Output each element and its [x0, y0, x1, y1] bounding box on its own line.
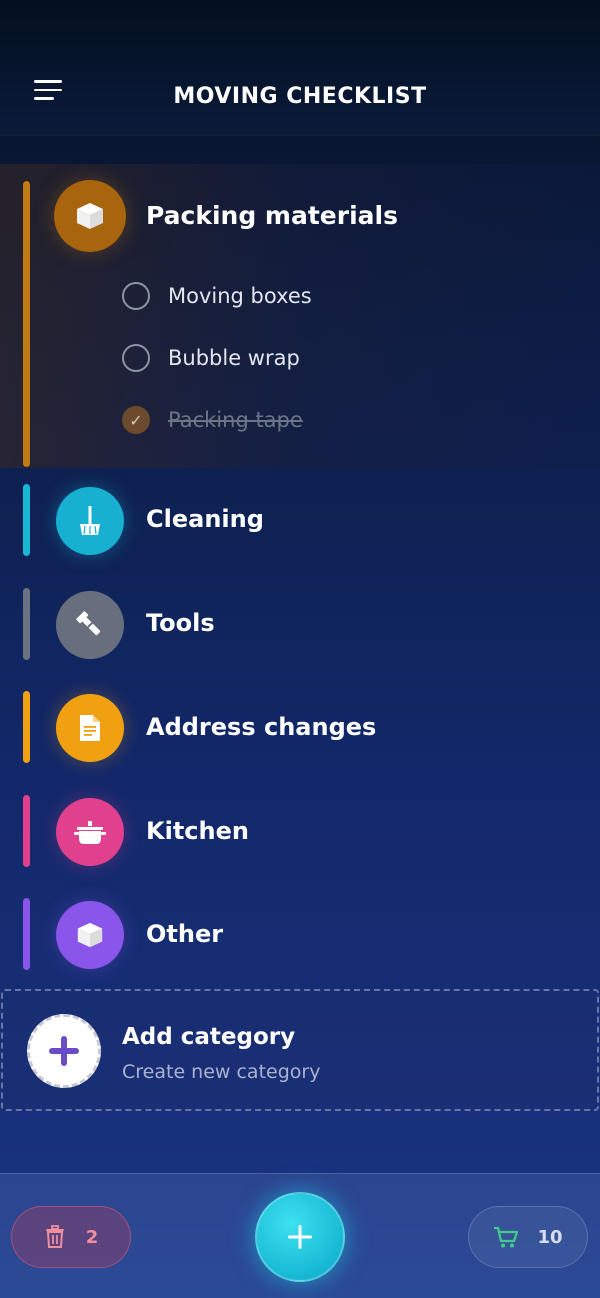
category-icon-cleaning[interactable] — [56, 487, 124, 555]
category-label-cleaning[interactable]: Cleaning — [146, 505, 264, 533]
trash-count: 2 — [85, 1226, 99, 1248]
category-color-bar — [23, 795, 30, 867]
category-color-bar — [23, 484, 30, 556]
plus-icon — [288, 1225, 312, 1249]
box-icon — [77, 203, 103, 229]
task-text: Moving boxes — [168, 284, 312, 308]
task-text: Bubble wrap — [168, 346, 300, 370]
category-color-bar — [23, 898, 30, 970]
category-color-bar — [23, 588, 30, 660]
box-icon — [77, 922, 103, 948]
add-category-card[interactable]: Add category Create new category — [1, 989, 599, 1111]
bottom-bar: 2 10 — [0, 1173, 600, 1298]
task-item[interactable]: Bubble wrap — [122, 343, 300, 373]
category-label-address[interactable]: Address changes — [146, 713, 376, 741]
task-checkbox[interactable] — [122, 344, 150, 372]
category-icon-tools[interactable] — [56, 591, 124, 659]
trash-icon — [45, 1225, 64, 1248]
shopping-cart-button[interactable]: 10 — [468, 1206, 588, 1268]
cart-count: 10 — [537, 1226, 563, 1248]
wrench-icon — [76, 611, 101, 636]
page-title: MOVING CHECKLIST — [173, 84, 427, 109]
broom-icon — [80, 506, 100, 535]
category-color-bar — [23, 181, 30, 467]
task-text: Packing tape — [168, 408, 303, 432]
category-icon-kitchen[interactable] — [56, 798, 124, 866]
document-icon — [80, 715, 100, 741]
plus-icon — [49, 1036, 79, 1066]
add-category-circle[interactable] — [27, 1014, 101, 1088]
pot-icon — [74, 821, 106, 844]
category-label-other[interactable]: Other — [146, 920, 223, 948]
add-item-button[interactable] — [255, 1192, 345, 1282]
category-label-kitchen[interactable]: Kitchen — [146, 817, 249, 845]
cart-icon — [494, 1226, 519, 1248]
trash-button[interactable]: 2 — [11, 1206, 131, 1268]
task-item-completed[interactable]: ✓ Packing tape — [122, 405, 303, 435]
task-checkbox[interactable] — [122, 282, 150, 310]
checkmark-icon: ✓ — [129, 410, 143, 430]
task-item[interactable]: Moving boxes — [122, 281, 312, 311]
task-checkbox-checked[interactable]: ✓ — [122, 406, 150, 434]
category-label-tools[interactable]: Tools — [146, 609, 215, 637]
category-color-bar — [23, 691, 30, 763]
category-icon-packing[interactable] — [54, 180, 126, 252]
add-category-subtitle: Create new category — [122, 1061, 321, 1083]
category-icon-address[interactable] — [56, 694, 124, 762]
add-category-title: Add category — [122, 1024, 296, 1050]
category-label-packing[interactable]: Packing materials — [146, 201, 398, 230]
category-icon-other[interactable] — [56, 901, 124, 969]
app-header: MOVING CHECKLIST — [0, 0, 600, 136]
